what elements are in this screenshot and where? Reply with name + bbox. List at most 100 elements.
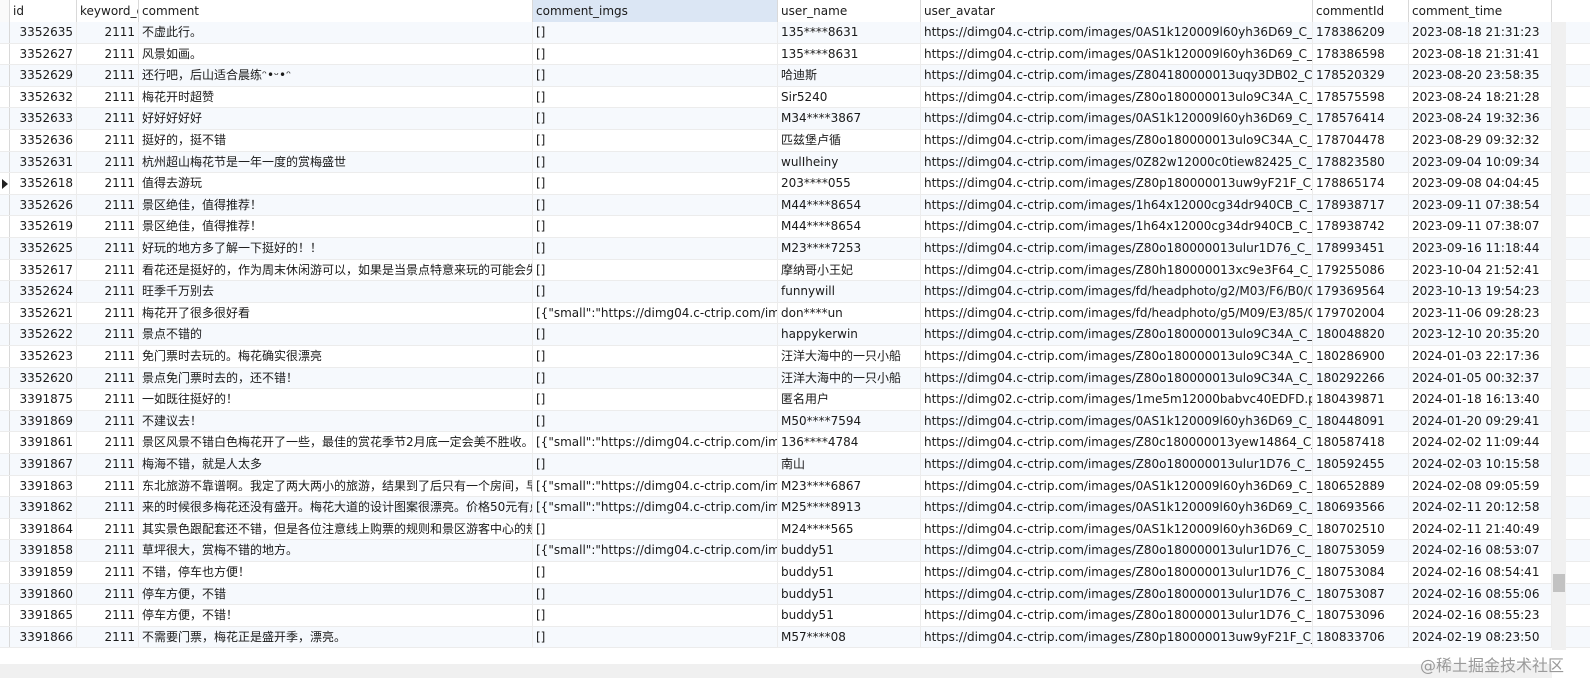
- cell-id[interactable]: 3352633: [10, 108, 77, 130]
- cell-keyword_id[interactable]: 2111: [77, 65, 139, 87]
- cell-comment[interactable]: 景区绝佳，值得推荐！: [139, 194, 533, 216]
- row-selector[interactable]: [0, 22, 10, 43]
- cell-commentId[interactable]: 179369564: [1313, 281, 1409, 303]
- cell-user_name[interactable]: M23****7253: [778, 238, 921, 259]
- row-selector[interactable]: [0, 367, 10, 389]
- cell-comment_time[interactable]: 2024-02-11 21:40:49: [1409, 518, 1552, 540]
- table-row[interactable]: 3352623 2111 免门票时去玩的。梅花确实很漂亮[] 汪洋大海中的一只小船 ht…: [0, 346, 1590, 368]
- cell-user_avatar[interactable]: https://dimg04.c-ctrip.com/images/Z80p18…: [921, 626, 1313, 648]
- row-selector[interactable]: [0, 454, 10, 475]
- cell-comment_imgs[interactable]: []: [533, 194, 778, 216]
- cell-keyword_id[interactable]: 2111: [77, 173, 139, 195]
- table-row[interactable]: 3391867 2111 梅海不错，就是人太多[] 南山 https://dimg04.…: [0, 454, 1590, 476]
- cell-comment_imgs[interactable]: []: [533, 65, 778, 87]
- cell-comment_imgs[interactable]: []: [533, 410, 778, 432]
- cell-keyword_id[interactable]: 2111: [77, 259, 139, 281]
- cell-user_avatar[interactable]: https://dimg04.c-ctrip.com/images/0AS1k1…: [921, 475, 1313, 497]
- row-selector[interactable]: [0, 216, 10, 237]
- row-selector[interactable]: [0, 562, 10, 583]
- table-row[interactable]: 3352622 2111 景点不错的[] happykerwin https://dim…: [0, 324, 1590, 346]
- table-row[interactable]: 3352620 2111 景点免门票时去的，还不错！[] 汪洋大海中的一只小船 http…: [0, 367, 1590, 390]
- cell-comment_time[interactable]: 2024-02-02 11:09:44: [1409, 432, 1552, 454]
- cell-user_name[interactable]: M24****565: [778, 518, 921, 540]
- table-row[interactable]: 3391875 2111 一如既往挺好的！[] 匿名用户 https://dimg02.…: [0, 389, 1590, 411]
- cell-keyword_id[interactable]: 2111: [77, 626, 139, 648]
- cell-commentId[interactable]: 180753059: [1313, 540, 1409, 562]
- cell-commentId[interactable]: 180292266: [1313, 367, 1409, 389]
- cell-comment[interactable]: 好好好好好: [139, 108, 533, 130]
- row-selector[interactable]: [0, 302, 10, 324]
- cell-comment[interactable]: 来的时候很多梅花还没有盛开。梅花大道的设计图案很漂亮。价格50元有点: [139, 497, 533, 519]
- cell-user_avatar[interactable]: https://dimg04.c-ctrip.com/images/Z80c18…: [921, 432, 1313, 454]
- cell-user_avatar[interactable]: https://dimg04.c-ctrip.com/images/Z80o18…: [921, 540, 1313, 562]
- cell-user_name[interactable]: M34****3867: [778, 108, 921, 130]
- table-row[interactable]: 3352626 2111 景区绝佳，值得推荐！[] M44****8654 https:…: [0, 194, 1590, 217]
- cell-comment[interactable]: 一如既往挺好的！: [139, 389, 533, 411]
- cell-comment[interactable]: 看花还是挺好的，作为周末休闲游可以，如果是当景点特意来玩的可能会失: [139, 259, 533, 281]
- cell-comment_imgs[interactable]: []: [533, 22, 778, 43]
- cell-user_avatar[interactable]: https://dimg04.c-ctrip.com/images/1h64x1…: [921, 194, 1313, 216]
- cell-comment[interactable]: 还行吧，后山适合晨练ᵔ•ᵕ•ᵔ: [139, 65, 533, 87]
- table-row[interactable]: 3391863 2111 东北旅游不靠谱啊。我定了两大两小的旅游，结果到了后只有一个…: [0, 475, 1590, 498]
- cell-comment_imgs[interactable]: []: [533, 86, 778, 108]
- cell-id[interactable]: 3391865: [10, 605, 77, 627]
- table-row[interactable]: 3391869 2111 不建议去！[] M50****7594 https://dim…: [0, 410, 1590, 433]
- cell-user_avatar[interactable]: https://dimg04.c-ctrip.com/images/fd/hea…: [921, 281, 1313, 303]
- cell-id[interactable]: 3391867: [10, 454, 77, 475]
- cell-comment_imgs[interactable]: [{"small":"https://dimg04.c-ctrip.com/im…: [533, 497, 778, 519]
- cell-user_avatar[interactable]: https://dimg04.c-ctrip.com/images/0Z82w1…: [921, 151, 1313, 173]
- table-row[interactable]: 3352624 2111 旺季千万别去[] funnywill https://dimg…: [0, 281, 1590, 303]
- cell-id[interactable]: 3352618: [10, 173, 77, 195]
- table-row[interactable]: 3391861 2111 景区风景不错白色梅花开了一些，最佳的赏花季节2月底一定会美…: [0, 432, 1590, 454]
- cell-comment_time[interactable]: 2023-08-29 09:32:32: [1409, 130, 1552, 151]
- cell-id[interactable]: 3352621: [10, 302, 77, 324]
- cell-comment_imgs[interactable]: [{"small":"https://dimg04.c-ctrip.com/im…: [533, 302, 778, 324]
- cell-commentId[interactable]: 178865174: [1313, 173, 1409, 195]
- cell-comment[interactable]: 梅花开了很多很好看: [139, 302, 533, 324]
- cell-comment_imgs[interactable]: [{"small":"https://dimg04.c-ctrip.com/im…: [533, 540, 778, 562]
- table-row[interactable]: 3352629 2111 还行吧，后山适合晨练ᵔ•ᵕ•ᵔ[] 哈迪斯 https://d…: [0, 65, 1590, 87]
- cell-comment_time[interactable]: 2023-08-20 23:58:35: [1409, 65, 1552, 87]
- cell-comment[interactable]: 停车方便，不错！: [139, 605, 533, 627]
- cell-user_avatar[interactable]: https://dimg02.c-ctrip.com/images/1me5m1…: [921, 389, 1313, 411]
- cell-user_name[interactable]: 135****8631: [778, 22, 921, 43]
- cell-comment[interactable]: 梅花开时超赞: [139, 86, 533, 108]
- row-selector[interactable]: [0, 605, 10, 626]
- cell-comment_time[interactable]: 2024-01-05 00:32:37: [1409, 367, 1552, 389]
- row-selector[interactable]: [0, 410, 10, 432]
- row-selector[interactable]: [0, 130, 10, 151]
- cell-comment_time[interactable]: 2023-09-08 04:04:45: [1409, 173, 1552, 195]
- cell-comment[interactable]: 免门票时去玩的。梅花确实很漂亮: [139, 346, 533, 367]
- cell-commentId[interactable]: 180286900: [1313, 346, 1409, 367]
- column-header-commentId[interactable]: commentId: [1313, 0, 1409, 22]
- cell-comment_time[interactable]: 2024-02-16 08:55:23: [1409, 605, 1552, 627]
- cell-commentId[interactable]: 178386598: [1313, 43, 1409, 65]
- cell-comment[interactable]: 不需要门票，梅花正是盛开季，漂亮。: [139, 626, 533, 648]
- cell-comment_time[interactable]: 2024-02-19 08:23:50: [1409, 626, 1552, 648]
- cell-comment_imgs[interactable]: []: [533, 324, 778, 346]
- cell-keyword_id[interactable]: 2111: [77, 410, 139, 432]
- cell-user_name[interactable]: 摩纳哥小王妃: [778, 259, 921, 281]
- cell-user_name[interactable]: 136****4784: [778, 432, 921, 454]
- cell-id[interactable]: 3391863: [10, 475, 77, 497]
- cell-user_avatar[interactable]: https://dimg04.c-ctrip.com/images/Z80o18…: [921, 324, 1313, 346]
- table-row[interactable]: 3391858 2111 草坪很大，赏梅不错的地方。 [{"small":"https…: [0, 540, 1590, 562]
- cell-comment[interactable]: 不建议去！: [139, 410, 533, 432]
- cell-comment_imgs[interactable]: []: [533, 626, 778, 648]
- cell-commentId[interactable]: 180652889: [1313, 475, 1409, 497]
- cell-keyword_id[interactable]: 2111: [77, 432, 139, 454]
- cell-user_avatar[interactable]: https://dimg04.c-ctrip.com/images/Z80o18…: [921, 367, 1313, 389]
- cell-comment_imgs[interactable]: []: [533, 367, 778, 389]
- cell-keyword_id[interactable]: 2111: [77, 389, 139, 411]
- cell-keyword_id[interactable]: 2111: [77, 367, 139, 389]
- cell-id[interactable]: 3352625: [10, 238, 77, 259]
- table-row[interactable]: 3352627 2111 风景如画。[] 135****8631 https://dim…: [0, 43, 1590, 66]
- cell-comment_time[interactable]: 2023-08-18 21:31:41: [1409, 43, 1552, 65]
- cell-user_avatar[interactable]: https://dimg04.c-ctrip.com/images/Z80h18…: [921, 259, 1313, 281]
- cell-comment_time[interactable]: 2023-11-06 09:28:23: [1409, 302, 1552, 324]
- cell-id[interactable]: 3391862: [10, 497, 77, 519]
- cell-comment_time[interactable]: 2024-02-11 20:12:58: [1409, 497, 1552, 519]
- cell-commentId[interactable]: 178993451: [1313, 238, 1409, 259]
- cell-id[interactable]: 3352627: [10, 43, 77, 65]
- cell-commentId[interactable]: 178520329: [1313, 65, 1409, 87]
